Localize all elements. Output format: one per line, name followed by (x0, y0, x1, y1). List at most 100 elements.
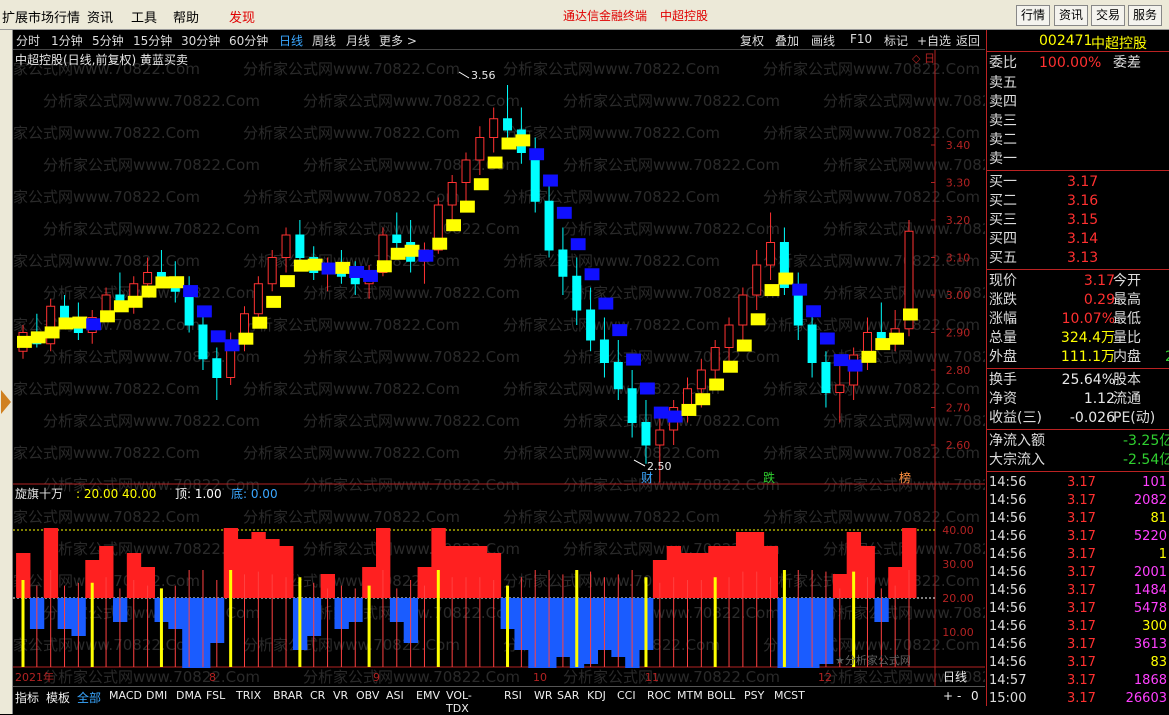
indicator-tab[interactable]: SAR (557, 689, 579, 702)
indicator-tab[interactable]: DMA (176, 689, 202, 702)
indicator-tab[interactable]: MACD (109, 689, 142, 702)
indicator-tab[interactable]: KDJ (587, 689, 606, 702)
flow-label: 净流入额 (989, 433, 1045, 449)
zoom-in-button[interactable]: + (943, 689, 953, 703)
indicator-tab[interactable]: BRAR (273, 689, 303, 702)
event-marker-finance[interactable]: 财 (641, 471, 653, 485)
indicator-tab[interactable]: MTM (677, 689, 703, 702)
trend-step (723, 360, 738, 373)
period-tick[interactable]: 分时 (16, 32, 40, 49)
period-15min[interactable]: 15分钟 (133, 32, 172, 49)
buy-level-price: 3.14 (1067, 231, 1099, 247)
menu-discover[interactable]: 发现 (229, 7, 255, 26)
event-marker-list[interactable]: 榜 (899, 470, 911, 485)
indicator-tab[interactable]: WR (534, 689, 553, 702)
trade-button[interactable]: 交易 (1091, 5, 1126, 26)
event-marker-drop[interactable]: 跌 (763, 470, 775, 485)
watermark-text: 分析家公式网www.70822.Com (303, 348, 520, 366)
menu-help[interactable]: 帮助 (173, 7, 199, 26)
tick-row: 14:56 3.17 1 (989, 546, 1169, 564)
stat-label-2: 今开 (1113, 273, 1141, 289)
watermark-text: 分析家公式网www.70822.Com (243, 60, 460, 78)
tick-volume: 1 (1158, 547, 1167, 562)
period-more[interactable]: 更多 > (379, 32, 417, 49)
period-60min[interactable]: 60分钟 (229, 32, 268, 49)
period-30min[interactable]: 30分钟 (181, 32, 220, 49)
period-monthly[interactable]: 月线 (346, 32, 370, 49)
chart-area[interactable]: 分析家公式网www.70822.Com 分析家公式网www.70822.Com 分析… (13, 50, 985, 686)
indicator-tab[interactable]: ROC (647, 689, 671, 702)
trend-step (280, 275, 295, 288)
tick-time: 14:56 (989, 601, 1027, 616)
indicator-tab[interactable]: CCI (617, 689, 636, 702)
flow-row: 大宗流入 -2.54亿 (989, 451, 1169, 469)
indicator-tab[interactable]: VOL-TDX (446, 689, 472, 715)
price-axis-label: 3.20 (946, 214, 971, 227)
tick-volume: 26603 (1125, 691, 1167, 706)
sell-level-label: 卖三 (989, 113, 1017, 129)
menu-news[interactable]: 资讯 (87, 7, 113, 26)
period-1min[interactable]: 1分钟 (51, 32, 83, 49)
buy-level-label: 买二 (989, 193, 1017, 209)
watermark-text: 分析家公式网www.70822.Com (13, 188, 200, 206)
indicator-tab[interactable]: RSI (504, 689, 522, 702)
buy-level-price: 3.16 (1067, 193, 1099, 209)
tick-row: 14:56 3.17 300 (989, 618, 1169, 636)
indicator-tab[interactable]: EMV (416, 689, 440, 702)
stock-name-link[interactable]: 中超控股 (660, 7, 708, 24)
collapse-arrow-icon[interactable] (1, 390, 11, 414)
indicator-tab[interactable]: OBV (356, 689, 379, 702)
stat-label-2: 最低 (1113, 311, 1141, 327)
tick-volume: 3613 (1133, 637, 1167, 652)
trend-step (515, 134, 531, 147)
tab-template[interactable]: 模板 (46, 689, 70, 706)
zoom-out-button[interactable]: - (957, 689, 961, 703)
watermark-text: 分析家公式网www.70822.Com (303, 284, 520, 302)
trend-step (307, 258, 323, 271)
indicator-tab[interactable]: MCST (774, 689, 805, 702)
indicator-tab[interactable]: VR (333, 689, 348, 702)
mark-button[interactable]: 标记 (884, 32, 908, 49)
tick-volume: 5220 (1133, 529, 1167, 544)
indicator-tab[interactable]: DMI (146, 689, 167, 702)
add-watchlist-button[interactable]: +自选 (917, 32, 951, 49)
quote-button[interactable]: 行情 (1016, 5, 1051, 26)
service-button[interactable]: 服务 (1128, 5, 1163, 26)
indicator-tab[interactable]: CR (310, 689, 325, 702)
adjust-button[interactable]: 复权 (740, 32, 764, 49)
candle-body (447, 182, 457, 206)
left-panel-handle[interactable] (0, 30, 13, 714)
stock-name: 中超控股 (1091, 36, 1147, 52)
tick-time: 14:56 (989, 565, 1027, 580)
sell-level-row: 卖二 (989, 131, 1169, 149)
menu-ext-market[interactable]: 扩展市场行情 (2, 7, 80, 26)
back-button[interactable]: 返回 (956, 32, 980, 49)
zoom-reset-button[interactable]: 0 (971, 689, 979, 703)
indicator-tab[interactable]: FSL (206, 689, 225, 702)
f10-button[interactable]: F10 (850, 32, 872, 46)
stat-label: 净资 (989, 391, 1017, 407)
tab-indicator[interactable]: 指标 (15, 689, 39, 706)
period-5min[interactable]: 5分钟 (92, 32, 124, 49)
period-toolbar: 分时 1分钟 5分钟 15分钟 30分钟 60分钟 日线 周线 月线 更多 > … (13, 30, 985, 50)
tab-all[interactable]: 全部 (77, 689, 101, 706)
period-daily[interactable]: 日线 (279, 32, 303, 49)
indicator-tab[interactable]: BOLL (707, 689, 735, 702)
indicator-tab[interactable]: PSY (744, 689, 764, 702)
trend-step (695, 393, 711, 406)
menu-tools[interactable]: 工具 (131, 7, 157, 26)
app-name-link[interactable]: 通达信金融终端 (563, 7, 647, 24)
watermark-text: 分析家公式网www.70822.Com (563, 220, 780, 238)
tick-time: 14:56 (989, 475, 1027, 490)
news-button[interactable]: 资讯 (1054, 5, 1089, 26)
trend-step (196, 305, 212, 318)
overlay-button[interactable]: 叠加 (775, 32, 799, 49)
trend-step (30, 331, 46, 344)
period-weekly[interactable]: 周线 (312, 32, 336, 49)
indicator-tab[interactable]: ASI (386, 689, 404, 702)
trend-step (736, 339, 752, 352)
draw-line-button[interactable]: 画线 (811, 32, 835, 49)
stat-label: 外盘 (989, 349, 1017, 365)
tick-time: 14:57 (989, 673, 1027, 688)
indicator-tab[interactable]: TRIX (236, 689, 261, 702)
